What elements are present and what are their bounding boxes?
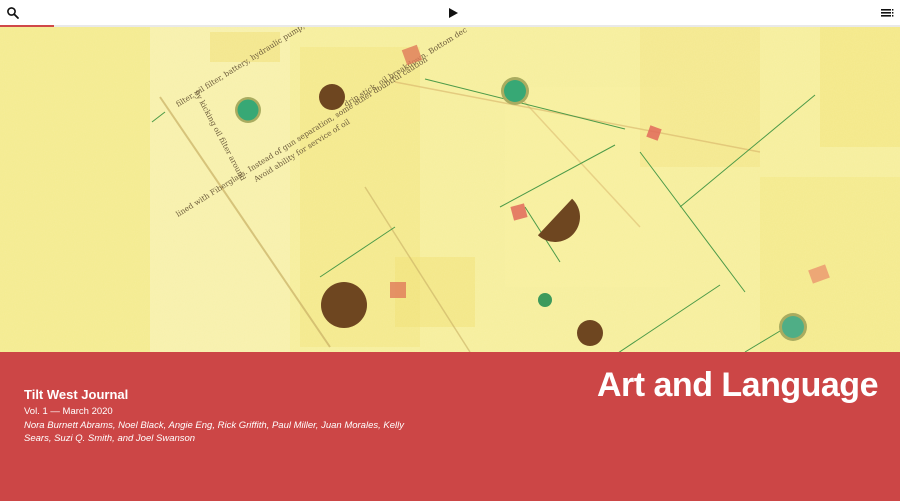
search-icon[interactable] — [6, 6, 20, 20]
author-list: Nora Burnett Abrams, Noel Black, Angie E… — [24, 420, 404, 444]
abstract-collage-artwork: filter, oil filter, battery, hydraulic p… — [0, 27, 900, 352]
hero-artwork: filter, oil filter, battery, hydraulic p… — [0, 27, 900, 352]
page-title: Art and Language — [596, 366, 879, 404]
article-banner: Tilt West Journal Vol. 1 — March 2020 No… — [0, 352, 900, 501]
top-toolbar — [0, 0, 900, 26]
journal-title: Tilt West Journal — [24, 387, 129, 402]
play-icon[interactable] — [446, 6, 460, 20]
list-menu-icon[interactable] — [880, 6, 894, 20]
issue-date: Vol. 1 — March 2020 — [24, 406, 113, 417]
